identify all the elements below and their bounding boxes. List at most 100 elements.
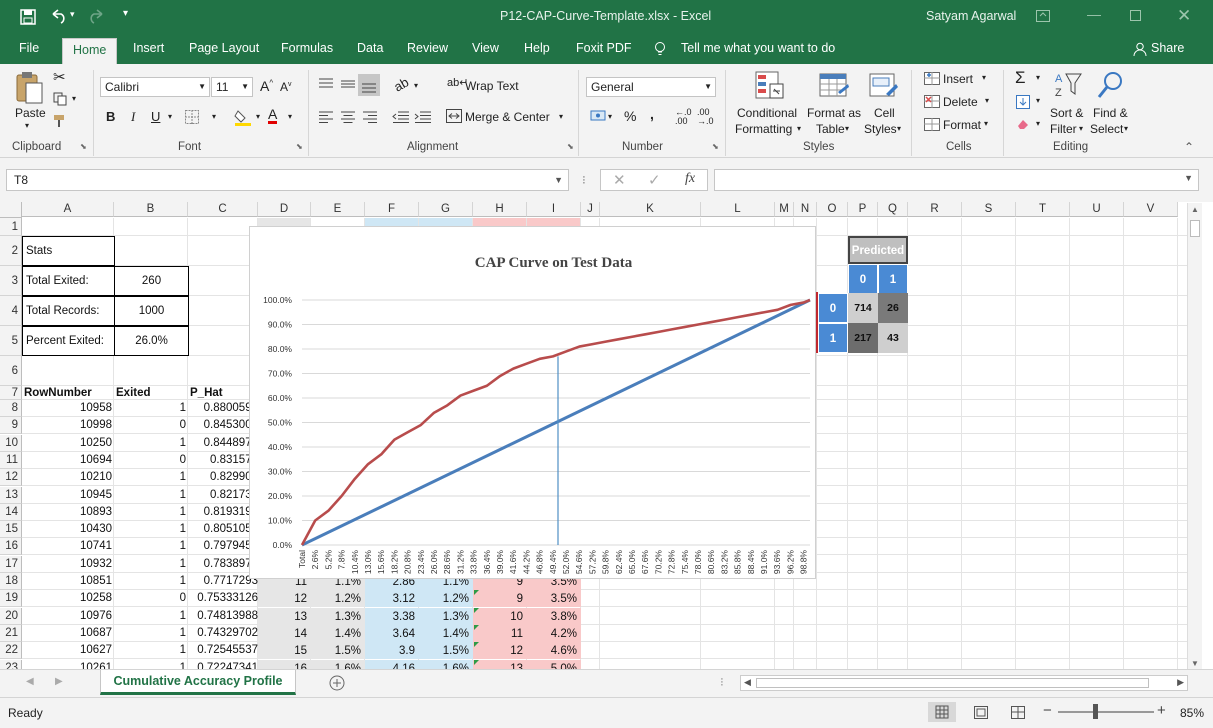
cell-exited[interactable]: 1 [114, 642, 186, 659]
underline-dropdown-icon[interactable]: ▾ [168, 112, 172, 121]
row-header-12[interactable]: 12 [0, 469, 22, 487]
confusion-col-1[interactable]: 1 [878, 264, 908, 294]
column-header-r[interactable]: R [908, 202, 962, 217]
find-select-dropdown-icon[interactable]: ▾ [1124, 124, 1128, 133]
table-cell[interactable]: 13 [473, 661, 523, 670]
vertical-scroll-thumb[interactable] [1190, 220, 1200, 237]
align-middle-icon[interactable] [340, 78, 356, 90]
cell-exited[interactable]: 0 [114, 417, 186, 434]
table-cell[interactable]: 3.38 [365, 609, 415, 626]
align-top-icon[interactable] [318, 78, 334, 90]
table-cell[interactable]: 4.2% [527, 626, 577, 643]
normal-view-button[interactable] [928, 702, 956, 722]
fill-icon[interactable] [1016, 95, 1030, 109]
column-header-f[interactable]: F [365, 202, 419, 217]
row-header-1[interactable]: 1 [0, 218, 22, 236]
cell-row-number[interactable]: 10210 [22, 469, 112, 486]
cell-styles-dropdown-icon[interactable]: ▾ [897, 124, 901, 133]
decrease-decimal-icon[interactable]: .00 →.0 [697, 108, 714, 126]
table-cell[interactable]: 4.16 [365, 661, 415, 670]
accounting-format-icon[interactable] [590, 109, 606, 123]
cut-icon[interactable]: ✂ [53, 68, 66, 86]
row-header-10[interactable]: 10 [0, 434, 22, 452]
cell-styles-icon[interactable] [868, 70, 900, 102]
autosum-dropdown-icon[interactable]: ▾ [1036, 73, 1040, 82]
conditional-formatting-label-2[interactable]: Formatting [735, 122, 792, 136]
format-as-table-dropdown-icon[interactable]: ▾ [845, 124, 849, 133]
row-header-9[interactable]: 9 [0, 417, 22, 435]
add-sheet-icon[interactable] [329, 675, 345, 691]
cell-exited[interactable]: 1 [114, 469, 186, 486]
confusion-false-negative[interactable]: 217 [848, 323, 878, 353]
cell-p-hat[interactable]: 0.8193195 [188, 504, 258, 521]
column-header-v[interactable]: V [1124, 202, 1178, 217]
confusion-predicted-header[interactable]: Predicted [848, 236, 908, 264]
column-header-p[interactable]: P [848, 202, 878, 217]
cell-row-number[interactable]: 10627 [22, 642, 112, 659]
column-header-l[interactable]: L [701, 202, 775, 217]
alignment-launcher-icon[interactable]: ⬊ [567, 142, 574, 151]
sheet-tab-cumulative-accuracy-profile[interactable]: Cumulative Accuracy Profile [100, 670, 296, 695]
confusion-row-1[interactable]: 1 [818, 323, 848, 353]
cell-p-hat[interactable]: 0.8448971 [188, 435, 258, 452]
table-cell[interactable]: 5.0% [527, 661, 577, 670]
column-header-c[interactable]: C [188, 202, 258, 217]
tell-me-search[interactable]: Tell me what you want to do [681, 34, 835, 64]
row-header-19[interactable]: 19 [0, 590, 22, 608]
number-format-dropdown[interactable]: General ▼ [586, 77, 716, 97]
cell-exited[interactable]: 1 [114, 487, 186, 504]
percent-exited-value[interactable]: 26.0% [114, 326, 189, 356]
row-header-3[interactable]: 3 [0, 266, 22, 296]
column-header-h[interactable]: H [473, 202, 527, 217]
formula-input[interactable]: ▼ [714, 169, 1199, 191]
column-header-a[interactable]: A [22, 202, 114, 217]
table-cell[interactable]: 1.4% [311, 626, 361, 643]
prev-sheet-icon[interactable]: ◀ [26, 676, 34, 687]
conditional-formatting-icon[interactable] [754, 70, 786, 102]
cancel-formula-icon[interactable]: ✕ [613, 171, 626, 189]
column-header-e[interactable]: E [311, 202, 365, 217]
fill-dropdown-icon[interactable]: ▾ [1036, 96, 1040, 105]
increase-decimal-icon[interactable]: ←.0.00 [675, 108, 692, 126]
maximize-icon[interactable] [1130, 10, 1141, 21]
confusion-col-0[interactable]: 0 [848, 264, 878, 294]
zoom-level[interactable]: 85% [1180, 706, 1204, 720]
cell-row-number[interactable]: 10250 [22, 435, 112, 452]
header-exited[interactable]: Exited [116, 386, 151, 400]
cell-exited[interactable]: 1 [114, 556, 186, 573]
insert-function-icon[interactable]: fx [685, 171, 695, 187]
column-header-k[interactable]: K [600, 202, 701, 217]
clear-dropdown-icon[interactable]: ▾ [1036, 119, 1040, 128]
save-icon[interactable] [20, 9, 36, 25]
minimize-icon[interactable]: — [1087, 6, 1101, 22]
cell-p-hat[interactable]: 0.7838976 [188, 556, 258, 573]
table-cell[interactable]: 1.3% [311, 609, 361, 626]
paste-dropdown-icon[interactable]: ▾ [25, 121, 29, 130]
cell-p-hat[interactable]: 0.72545537 [188, 642, 258, 659]
cell-styles-label-1[interactable]: Cell [874, 106, 895, 120]
table-cell[interactable]: 4.6% [527, 643, 577, 660]
table-cell[interactable]: 11 [473, 626, 523, 643]
tab-home[interactable]: Home [62, 38, 118, 64]
cell-p-hat[interactable]: 0.831573 [188, 452, 258, 469]
cell-p-hat[interactable]: 0.8453009 [188, 417, 258, 434]
tab-data[interactable]: Data [357, 34, 383, 64]
table-cell[interactable]: 9 [473, 591, 523, 608]
table-cell[interactable]: 13 [258, 609, 307, 626]
cell-row-number[interactable]: 10893 [22, 504, 112, 521]
table-cell[interactable]: 1.2% [419, 591, 469, 608]
decrease-indent-icon[interactable] [392, 111, 410, 123]
delete-cells-button[interactable]: Delete [943, 95, 978, 109]
cell-row-number[interactable]: 10258 [22, 590, 112, 607]
cell-p-hat[interactable]: 0.74329702 [188, 625, 258, 642]
comma-style-button[interactable]: , [650, 106, 654, 122]
zoom-out-icon[interactable]: − [1043, 702, 1052, 719]
column-header-n[interactable]: N [794, 202, 817, 217]
font-launcher-icon[interactable]: ⬊ [296, 142, 303, 151]
paste-icon[interactable] [14, 71, 44, 105]
redo-icon[interactable] [87, 8, 105, 24]
autosum-icon[interactable]: Σ [1015, 68, 1026, 88]
table-cell[interactable]: 1.4% [419, 626, 469, 643]
merge-center-icon[interactable] [446, 109, 462, 123]
stats-title[interactable]: Stats [22, 236, 115, 266]
